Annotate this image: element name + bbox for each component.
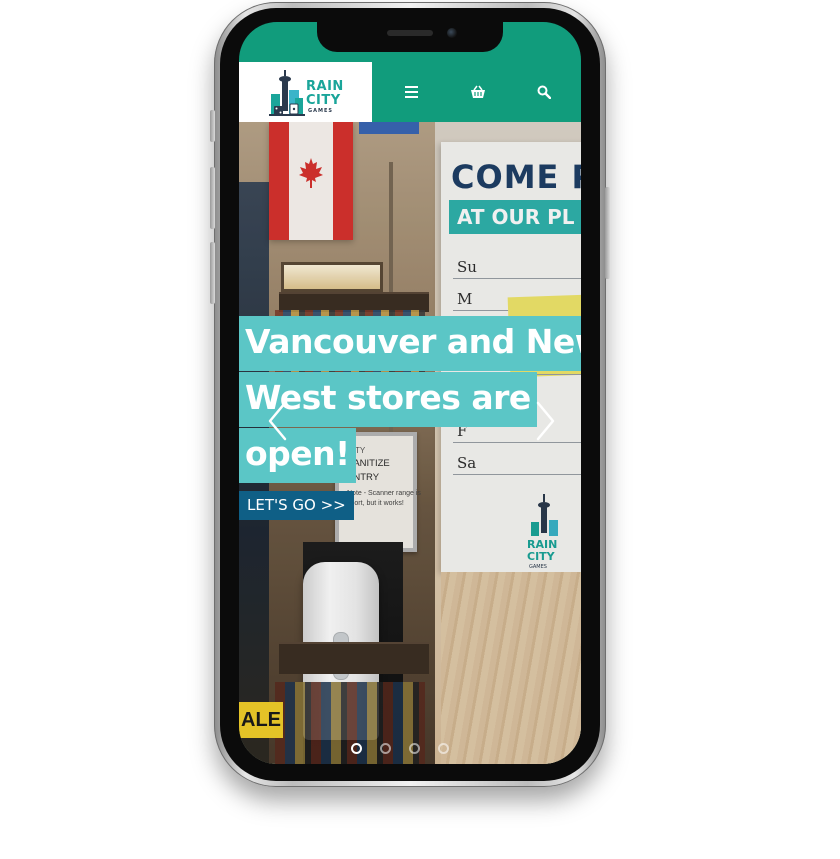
chevron-left-icon (268, 401, 287, 441)
headline-line: Vancouver and New (239, 316, 581, 371)
power-button (605, 187, 610, 279)
cart-icon (471, 85, 485, 98)
carousel-dot-4[interactable] (438, 743, 449, 754)
logo-word-games: GAMES (308, 108, 333, 114)
chevron-right-icon (536, 401, 555, 441)
lets-go-button[interactable]: LET'S GO >> (239, 491, 354, 520)
volume-up-button (210, 167, 215, 229)
carousel-indicators (351, 742, 471, 756)
silent-switch (210, 110, 215, 142)
speaker-grille (387, 30, 433, 36)
carousel-dot-3[interactable] (409, 743, 420, 754)
search-icon (537, 85, 551, 99)
carousel-dot-1[interactable] (351, 743, 362, 754)
search-button[interactable] (532, 80, 556, 104)
carousel-dot-2[interactable] (380, 743, 391, 754)
menu-icon (404, 86, 418, 98)
hero-carousel: CITY SANITIZE ENTRY Note - Scanner range… (239, 122, 581, 764)
site-logo[interactable]: RAIN CITY GAMES (239, 62, 372, 122)
phone-notch (317, 22, 503, 52)
page: RAIN CITY GAMES CITY SANITIZE ENTRY Note… (0, 0, 840, 859)
cart-button[interactable] (466, 80, 490, 104)
site-header: RAIN CITY GAMES (239, 62, 581, 122)
carousel-next-button[interactable] (532, 398, 560, 444)
logo-word-city: CITY (306, 93, 341, 108)
volume-down-button (210, 242, 215, 304)
phone-screen: RAIN CITY GAMES CITY SANITIZE ENTRY Note… (239, 22, 581, 764)
menu-button[interactable] (399, 80, 423, 104)
front-camera (447, 28, 457, 38)
logo-wordmark: RAIN CITY GAMES (306, 79, 366, 115)
headline-line: open! (239, 428, 356, 483)
logo-word-rain: RAIN (306, 79, 344, 94)
carousel-prev-button[interactable] (263, 398, 291, 444)
vancouver-skyline-icon (269, 70, 305, 116)
